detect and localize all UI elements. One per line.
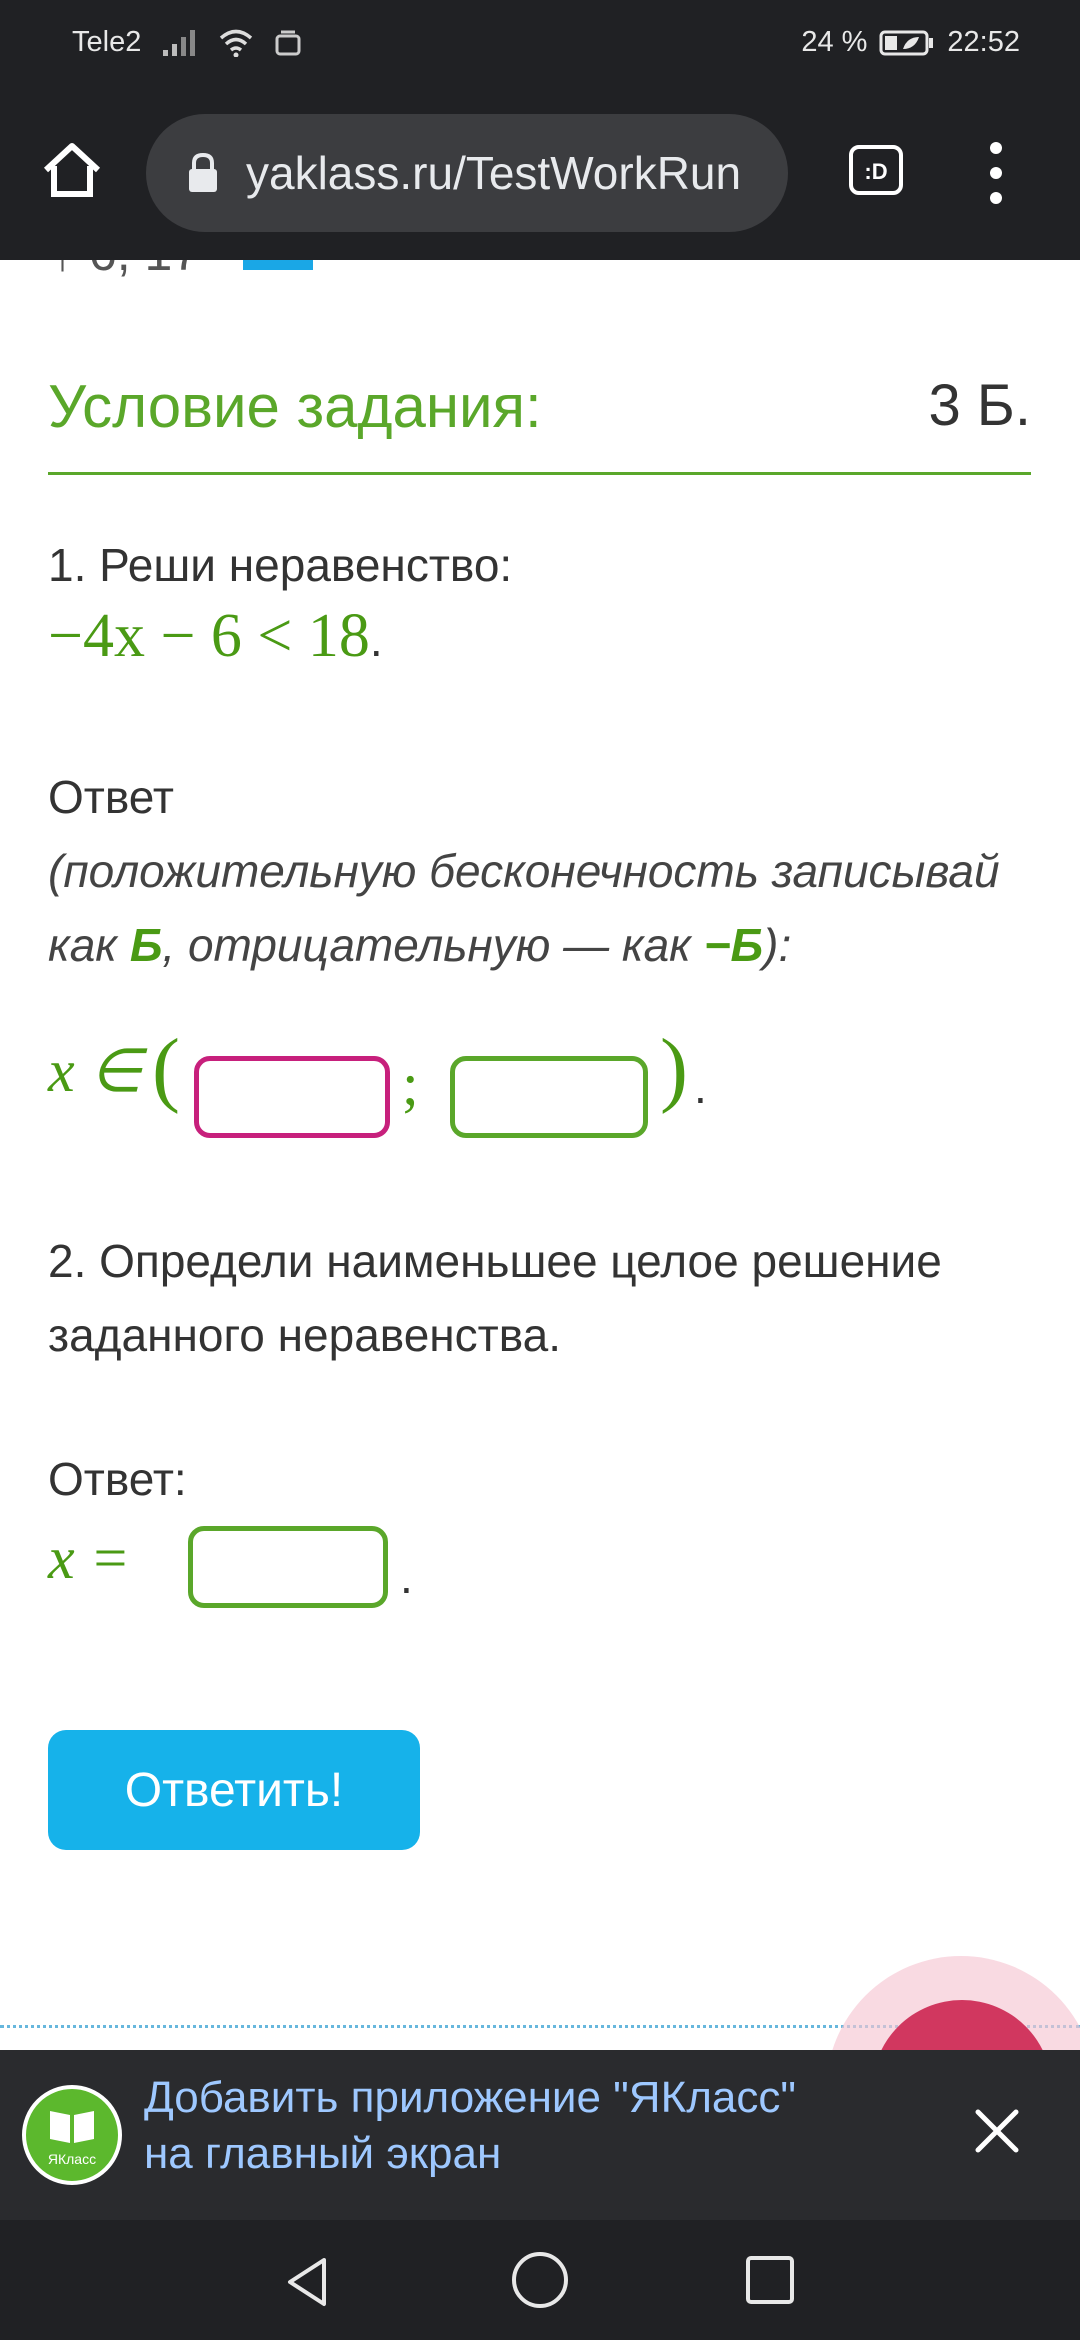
- home-circle-icon[interactable]: [510, 2250, 570, 2310]
- book-icon: [50, 2111, 94, 2143]
- carrier-label: Tele2: [72, 26, 142, 58]
- x-equals: x =: [48, 1525, 131, 1591]
- banner-text[interactable]: Добавить приложение "ЯКласс" на главный …: [144, 2070, 904, 2182]
- note-close: ):: [763, 919, 792, 971]
- cut-off-element: [243, 260, 313, 270]
- interval-close-paren: ): [660, 1022, 688, 1115]
- cut-off-text: ↑ 6, 17: [50, 260, 200, 282]
- question-2-line2: заданного неравенства.: [48, 1309, 562, 1361]
- interval-open-paren: (: [152, 1022, 180, 1115]
- status-bar: Tele2 24 % 22:52: [0, 0, 1080, 92]
- interval-dot: .: [694, 1061, 707, 1113]
- note-positive-infinity: Б: [129, 919, 163, 971]
- signal-icon: [163, 29, 196, 56]
- answer-2-label: Ответ:: [48, 1453, 187, 1505]
- notification-icon: [275, 30, 301, 55]
- svg-text::D: :D: [864, 159, 887, 184]
- interval-lower-input[interactable]: [194, 1056, 390, 1138]
- question-2-line1: 2. Определи наименьшее целое решение: [48, 1235, 942, 1287]
- smallest-integer-input[interactable]: [188, 1526, 388, 1608]
- inequality-math: −4x − 6 < 18: [48, 602, 370, 670]
- back-icon[interactable]: [280, 2254, 336, 2310]
- tab-switcher-button[interactable]: :D: [848, 144, 904, 196]
- interval-prefix: x ∈: [48, 1038, 142, 1104]
- add-to-homescreen-banner[interactable]: ЯКласс Добавить приложение "ЯКласс" на г…: [0, 2050, 1080, 2220]
- interval-semicolon: ;: [402, 1051, 419, 1117]
- tabs-icon: :D: [849, 145, 903, 195]
- banner-line2: на главный экран: [144, 2129, 502, 2178]
- submit-button[interactable]: Ответить!: [48, 1730, 420, 1850]
- note-line1: (положительную бесконечность записывай: [48, 845, 1000, 897]
- url-text: yaklass.ru/TestWorkRun: [246, 147, 742, 199]
- browser-toolbar: yaklass.ru/TestWorkRun :D: [0, 92, 1080, 260]
- task-points: 3 Б.: [928, 373, 1031, 438]
- close-icon[interactable]: [972, 2106, 1022, 2156]
- home-icon[interactable]: [40, 138, 104, 202]
- battery-percent: 24 %: [801, 26, 868, 58]
- note-negative-infinity: −Б: [703, 919, 764, 971]
- overflow-menu-icon[interactable]: [978, 136, 1014, 210]
- page-content: ↑ 6, 17 Условие задания: 3 Б. 1. Реши не…: [0, 260, 1080, 2050]
- answer-label: Ответ: [48, 771, 174, 823]
- question-1-text: 1. Реши неравенство:: [48, 539, 513, 591]
- note-mid: , отрицательную — как: [162, 919, 704, 971]
- lock-icon: [189, 152, 217, 192]
- banner-line1: Добавить приложение "ЯКласс": [144, 2073, 796, 2122]
- task-header: Условие задания: 3 Б.: [48, 372, 1031, 475]
- answer-note-line2: как Б, отрицательную — как −Б):: [48, 908, 1048, 982]
- recent-apps-icon[interactable]: [744, 2254, 796, 2306]
- note-kak: как: [48, 919, 130, 971]
- system-nav-bar: [0, 2220, 1080, 2340]
- interval-upper-input[interactable]: [450, 1056, 648, 1138]
- answer-note: (положительную бесконечность записывай: [48, 834, 1048, 908]
- battery-icon: [879, 30, 934, 55]
- x-dot: .: [400, 1551, 413, 1603]
- wifi-icon: [220, 29, 253, 57]
- logo-text: ЯКласс: [47, 2151, 97, 2167]
- task-heading: Условие задания:: [48, 373, 542, 440]
- yaklass-logo: ЯКласс: [22, 2085, 122, 2185]
- address-bar[interactable]: yaklass.ru/TestWorkRun: [146, 114, 788, 232]
- inequality: −4x − 6 < 18.: [48, 602, 383, 670]
- clock: 22:52: [947, 26, 1020, 58]
